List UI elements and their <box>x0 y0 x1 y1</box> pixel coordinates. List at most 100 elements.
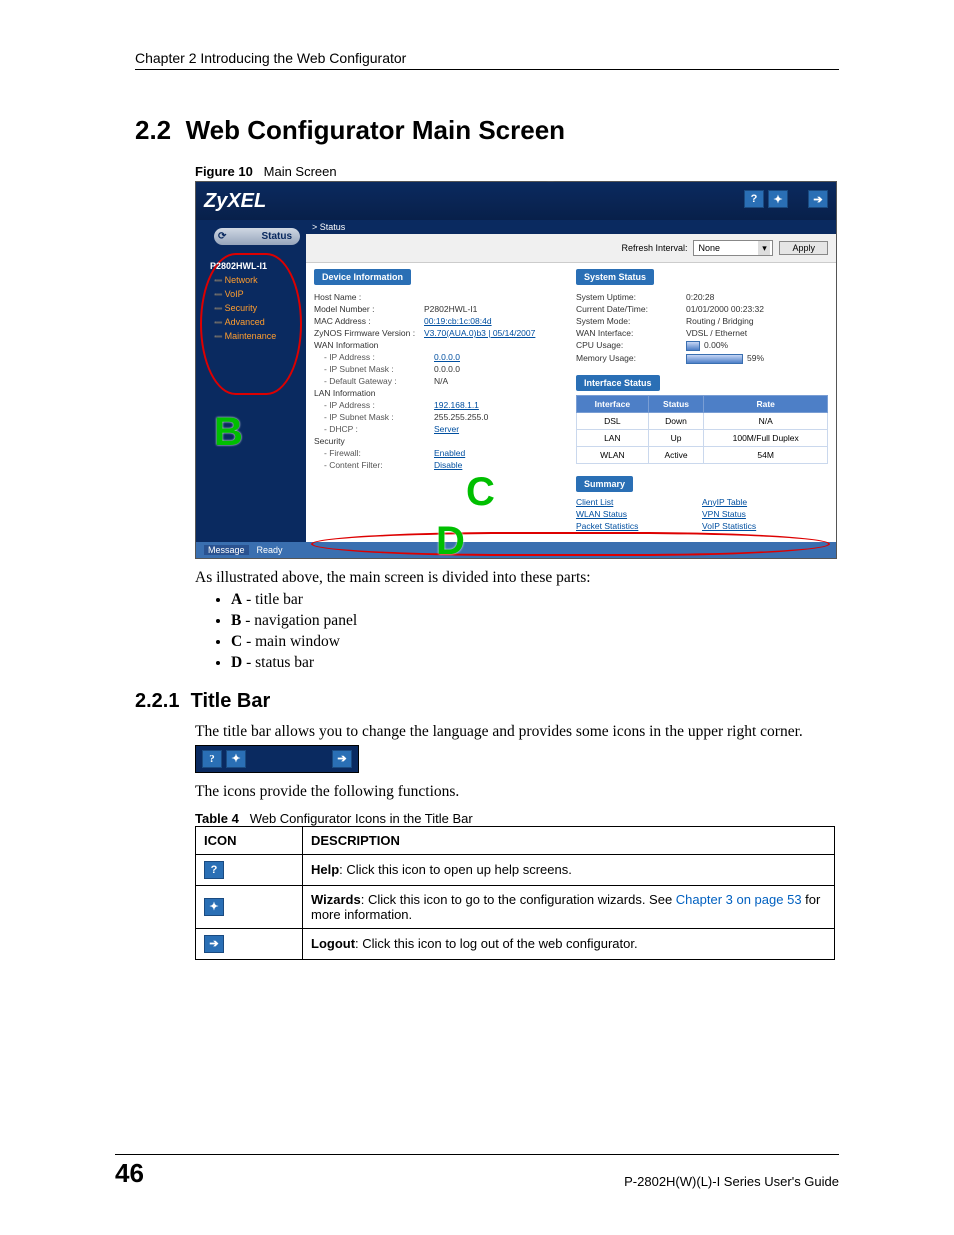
figure-caption: Figure 10 Main Screen <box>195 164 839 179</box>
intro-text: As illustrated above, the main screen is… <box>195 569 839 587</box>
sidebar-item-advanced[interactable]: Advanced <box>206 315 296 329</box>
wizard-icon[interactable]: ✦ <box>768 190 788 208</box>
device-info-link[interactable]: Server <box>434 424 459 434</box>
figure-main-screen: A ZyXEL ? ✦ ➔ ⟳Status P2802HWL-I1 Networ… <box>195 181 837 559</box>
device-model: P2802HWL-I1 <box>206 259 296 273</box>
list-item: B - navigation panel <box>231 612 839 630</box>
sidebar-item-voip[interactable]: VoIP <box>206 287 296 301</box>
ss-status-bar: Message Ready <box>196 542 836 558</box>
subsection-p2: The icons provide the following function… <box>195 783 839 801</box>
device-info-row: - Default Gateway :N/A <box>314 375 566 387</box>
statusbar-label: Message <box>204 545 249 555</box>
apply-button[interactable]: Apply <box>779 241 828 255</box>
table-row: ?Help: Click this icon to open up help s… <box>196 854 835 885</box>
zyxel-logo: ZyXEL <box>204 190 266 213</box>
list-item: C - main window <box>231 633 839 651</box>
table-label: Table 4 <box>195 811 239 826</box>
table-row: ✦Wizards: Click this icon to go to the c… <box>196 885 835 928</box>
system-status-row: WAN Interface:VDSL / Ethernet <box>576 327 828 339</box>
subsection-title: 2.2.1 Title Bar <box>135 690 839 713</box>
summary-heading: Summary <box>576 476 633 492</box>
icon-table: ICON DESCRIPTION ?Help: Click this icon … <box>195 826 835 960</box>
icon-table-head-icon: ICON <box>196 826 303 854</box>
device-info-row: - IP Subnet Mask :255.255.255.0 <box>314 411 566 423</box>
device-info-link[interactable]: Enabled <box>434 448 465 458</box>
list-item: A - title bar <box>231 591 839 609</box>
summary-link[interactable]: WLAN Status <box>576 508 702 520</box>
device-info-link[interactable]: 0.0.0.0 <box>434 352 460 362</box>
device-info-row: - DHCP :Server <box>314 423 566 435</box>
chapter-header: Chapter 2 Introducing the Web Configurat… <box>135 50 839 70</box>
device-info-row: - IP Subnet Mask :0.0.0.0 <box>314 363 566 375</box>
help-icon[interactable]: ? <box>202 750 222 768</box>
device-info-heading: Device Information <box>314 269 411 285</box>
interface-status-table: InterfaceStatusRate DSLDownN/ALANUp100M/… <box>576 395 828 464</box>
summary-link[interactable]: VPN Status <box>702 508 828 520</box>
ss-nav-panel: ⟳Status P2802HWL-I1 NetworkVoIPSecurityA… <box>196 220 306 542</box>
interface-col: Rate <box>704 395 828 412</box>
help-icon[interactable]: ? <box>744 190 764 208</box>
sidebar-item-maintenance[interactable]: Maintenance <box>206 329 296 343</box>
sidebar-item-network[interactable]: Network <box>206 273 296 287</box>
subsection-name: Title Bar <box>191 690 271 712</box>
device-info-row: - IP Address :192.168.1.1 <box>314 399 566 411</box>
system-status-heading: System Status <box>576 269 654 285</box>
subsection-number: 2.2.1 <box>135 690 179 712</box>
table-row: LANUp100M/Full Duplex <box>577 429 828 446</box>
summary-link[interactable]: Client List <box>576 496 702 508</box>
summary-link[interactable]: Packet Statistics <box>576 520 702 532</box>
table-row: DSLDownN/A <box>577 412 828 429</box>
device-info-row: ZyNOS Firmware Version :V3.70(AUA.0)b3 |… <box>314 327 566 339</box>
device-info-row: - Content Filter:Disable <box>314 459 566 471</box>
summary-link[interactable]: AnyIP Table <box>702 496 828 508</box>
system-status-row: Memory Usage:59% <box>576 352 828 365</box>
table-title: Web Configurator Icons in the Title Bar <box>250 811 473 826</box>
device-info-row: LAN Information <box>314 387 566 399</box>
interface-col: Interface <box>577 395 649 412</box>
device-info-link[interactable]: 00:19:cb:1c:08:4d <box>424 316 492 326</box>
figure-title: Main Screen <box>264 164 337 179</box>
device-info-row: - Firewall:Enabled <box>314 447 566 459</box>
subsection-p1: The title bar allows you to change the l… <box>195 723 839 741</box>
logout-icon: ➔ <box>204 935 224 953</box>
status-button[interactable]: ⟳Status <box>214 228 300 245</box>
parts-list: A - title bar B - navigation panel C - mai… <box>195 591 839 672</box>
interface-col: Status <box>648 395 704 412</box>
logout-icon[interactable]: ➔ <box>808 190 828 208</box>
doc-title: P-2802H(W)(L)-I Series User's Guide <box>624 1174 839 1189</box>
table-row: ➔Logout: Click this icon to log out of t… <box>196 928 835 959</box>
marker-b: B <box>214 410 243 455</box>
ss-title-bar: ZyXEL ? ✦ ➔ <box>196 182 836 220</box>
table-caption: Table 4 Web Configurator Icons in the Ti… <box>195 811 839 826</box>
system-status-row: Current Date/Time:01/01/2000 00:23:32 <box>576 303 828 315</box>
statusbar-value: Ready <box>257 545 283 555</box>
device-info-row: - IP Address :0.0.0.0 <box>314 351 566 363</box>
help-icon: ? <box>204 861 224 879</box>
refresh-interval-select[interactable]: None <box>693 240 773 256</box>
interface-status-heading: Interface Status <box>576 375 660 391</box>
device-info-link[interactable]: 192.168.1.1 <box>434 400 479 410</box>
device-info-row: Security <box>314 435 566 447</box>
device-info-row: Host Name : <box>314 291 566 303</box>
logout-icon[interactable]: ➔ <box>332 750 352 768</box>
wizard-icon: ✦ <box>204 898 224 916</box>
section-name: Web Configurator Main Screen <box>186 115 565 145</box>
device-info-row: MAC Address :00:19:cb:1c:08:4d <box>314 315 566 327</box>
title-bar-icons-figure: ? ✦ ➔ <box>195 745 359 773</box>
device-info-link[interactable]: V3.70(AUA.0)b3 | 05/14/2007 <box>424 328 535 338</box>
figure-label: Figure 10 <box>195 164 253 179</box>
device-info-link[interactable]: Disable <box>434 460 462 470</box>
sidebar-item-security[interactable]: Security <box>206 301 296 315</box>
wizard-icon[interactable]: ✦ <box>226 750 246 768</box>
table-row: WLANActive54M <box>577 446 828 463</box>
system-status-row: CPU Usage:0.00% <box>576 339 828 352</box>
section-number: 2.2 <box>135 115 171 145</box>
system-status-row: System Uptime:0:20:28 <box>576 291 828 303</box>
section-title: 2.2 Web Configurator Main Screen <box>135 115 839 146</box>
breadcrumb: > Status <box>306 220 836 234</box>
summary-link[interactable]: VoIP Statistics <box>702 520 828 532</box>
device-info-row: WAN Information <box>314 339 566 351</box>
system-status-row: System Mode:Routing / Bridging <box>576 315 828 327</box>
xref-link[interactable]: Chapter 3 on page 53 <box>676 892 802 907</box>
list-item: D - status bar <box>231 654 839 672</box>
